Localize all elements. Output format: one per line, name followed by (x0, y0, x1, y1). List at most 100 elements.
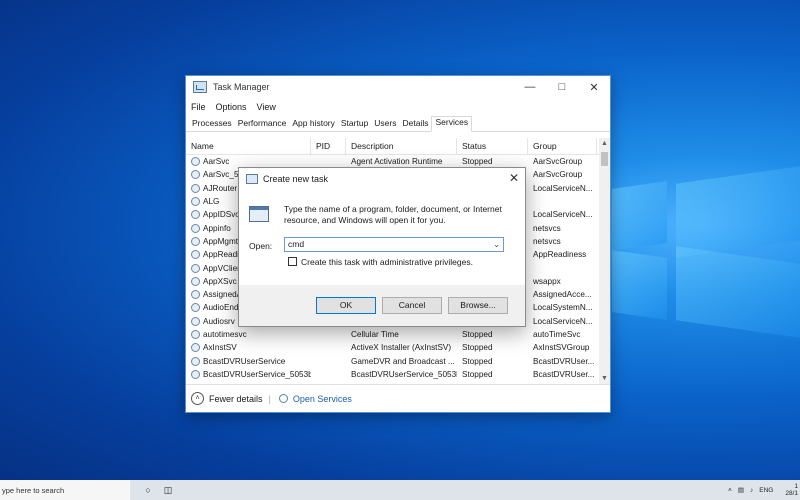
system-tray: ˄ ▤ ♪ ENG 1 28/1 (722, 480, 800, 500)
service-gear-icon (191, 290, 200, 300)
cell-group: AssignedAcce... (533, 290, 592, 300)
column-header-pid[interactable]: PID (311, 138, 346, 154)
service-name: autotimesvc (203, 330, 247, 339)
cell-group: autoTimeSvc (533, 330, 581, 339)
service-gear-icon (191, 316, 200, 326)
dialog-button-area: OK Cancel Browse... (239, 285, 525, 326)
taskbar-apps-icon[interactable]: ◫ (158, 485, 178, 496)
service-gear-icon (191, 276, 200, 286)
menu-view[interactable]: View (257, 102, 276, 112)
cell-group: BcastDVRUser... (533, 356, 595, 366)
cell-status: Stopped (462, 157, 493, 167)
maximize-button[interactable]: □ (546, 76, 578, 98)
cancel-button[interactable]: Cancel (382, 297, 442, 314)
language-indicator[interactable]: ENG (759, 487, 773, 494)
column-header-name[interactable]: Name (186, 138, 311, 154)
open-input-value: cmd (288, 239, 305, 249)
ok-button[interactable]: OK (316, 297, 376, 314)
table-row[interactable]: BcastDVRUserService GameDVR and Broadcast… (186, 354, 610, 367)
cell-group: netsvcs (533, 236, 561, 246)
service-name: AppIDSvc (203, 210, 240, 220)
taskbar-search[interactable]: ype here to search (0, 480, 130, 500)
cell-group: LocalSystemN... (533, 303, 593, 313)
open-input[interactable]: cmd ⌄ (284, 237, 504, 252)
task-manager-icon (193, 81, 207, 93)
dialog-close-icon[interactable]: ✕ (509, 171, 519, 185)
chevron-up-tray-icon[interactable]: ˄ (728, 487, 732, 494)
close-button[interactable]: ✕ (578, 76, 610, 98)
scroll-up-icon[interactable]: ▲ (599, 138, 610, 149)
cell-name: AarSvc (186, 157, 311, 167)
open-services-link[interactable]: Open Services (293, 394, 352, 404)
volume-icon[interactable]: ♪ (750, 487, 753, 494)
vertical-scrollbar[interactable]: ▲ ▼ (599, 138, 610, 384)
service-gear-icon (191, 197, 200, 207)
cell-group: LocalServiceN... (533, 316, 593, 326)
menu-bar: File Options View (186, 98, 610, 115)
service-name: AppXSvc (203, 276, 237, 286)
cell-name: BcastDVRUserService_5053b (186, 369, 311, 379)
column-header-group[interactable]: Group (528, 138, 597, 154)
menu-file[interactable]: File (191, 102, 206, 112)
cell-status: Stopped (462, 356, 493, 366)
dialog-description: Type the name of a program, folder, docu… (284, 204, 502, 225)
network-icon[interactable]: ▤ (738, 486, 744, 494)
cell-name: AxInstSV (186, 343, 311, 353)
table-row[interactable]: BcastDVRUserService_5053b BcastDVRUserSer… (186, 368, 610, 381)
chevron-down-icon[interactable]: ⌄ (493, 238, 500, 251)
cell-group: BcastDVRUser... (533, 369, 595, 379)
chevron-up-icon[interactable]: ˄ (191, 392, 204, 405)
tab-app-history[interactable]: App history (289, 118, 338, 131)
service-gear-icon (191, 330, 200, 339)
cell-description: ActiveX Installer (AxInstSV) (351, 343, 452, 353)
open-label: Open: (249, 241, 273, 251)
clock-time: 1 (794, 483, 798, 490)
column-header-description[interactable]: Description (346, 138, 457, 154)
tab-details[interactable]: Details (400, 118, 432, 131)
tab-users[interactable]: Users (371, 118, 399, 131)
admin-checkbox[interactable] (288, 257, 297, 266)
service-gear-icon (191, 356, 200, 366)
browse-button[interactable]: Browse... (448, 297, 508, 314)
admin-checkbox-label[interactable]: Create this task with administrative pri… (301, 257, 473, 267)
dialog-title-bar: Create new task ✕ (239, 168, 525, 190)
service-name: BcastDVRUserService (203, 356, 286, 366)
service-gear-icon (191, 250, 200, 260)
service-gear-icon (191, 236, 200, 246)
scroll-down-icon[interactable]: ▼ (599, 373, 610, 384)
service-name: Appinfo (203, 223, 231, 233)
clock[interactable]: 1 28/1 (779, 483, 798, 497)
service-gear-icon (191, 303, 200, 313)
service-name: AxInstSV (203, 343, 237, 353)
cell-group: AppReadiness (533, 250, 587, 260)
service-name: AJRouter (203, 183, 238, 193)
minimize-button[interactable]: — (514, 76, 546, 98)
table-row[interactable]: AxInstSV ActiveX Installer (AxInstSV) Stop… (186, 341, 610, 354)
cell-status: Stopped (462, 369, 493, 379)
fewer-details-link[interactable]: Fewer details (209, 394, 263, 404)
cell-name: BcastDVRUserService (186, 356, 311, 366)
menu-options[interactable]: Options (216, 102, 247, 112)
service-name: Audiosrv (203, 316, 235, 326)
cell-status: Stopped (462, 343, 493, 353)
task-view-icon[interactable]: ○ (138, 485, 158, 495)
tab-performance[interactable]: Performance (235, 118, 290, 131)
tab-startup[interactable]: Startup (338, 118, 371, 131)
create-new-task-dialog: Create new task ✕ Type the name of a pro… (238, 167, 526, 327)
run-icon (249, 204, 269, 222)
cell-description: GameDVR and Broadcast ... (351, 356, 455, 366)
dialog-title: Create new task (263, 174, 329, 184)
column-header-status[interactable]: Status (457, 138, 528, 154)
service-name: AarSvc (203, 157, 230, 167)
tab-services[interactable]: Services (431, 116, 473, 132)
tab-processes[interactable]: Processes (189, 118, 235, 131)
title-bar: Task Manager — □ ✕ (186, 76, 610, 98)
cell-group: wsappx (533, 276, 561, 286)
cell-status: Stopped (462, 330, 493, 339)
scroll-thumb[interactable] (601, 152, 608, 166)
cell-group: netsvcs (533, 223, 561, 233)
cell-group: AxInstSVGroup (533, 343, 590, 353)
table-row[interactable]: autotimesvc Cellular Time Stopped autoTimeS… (186, 328, 610, 341)
cell-group: AarSvcGroup (533, 157, 583, 167)
service-gear-icon (191, 223, 200, 233)
